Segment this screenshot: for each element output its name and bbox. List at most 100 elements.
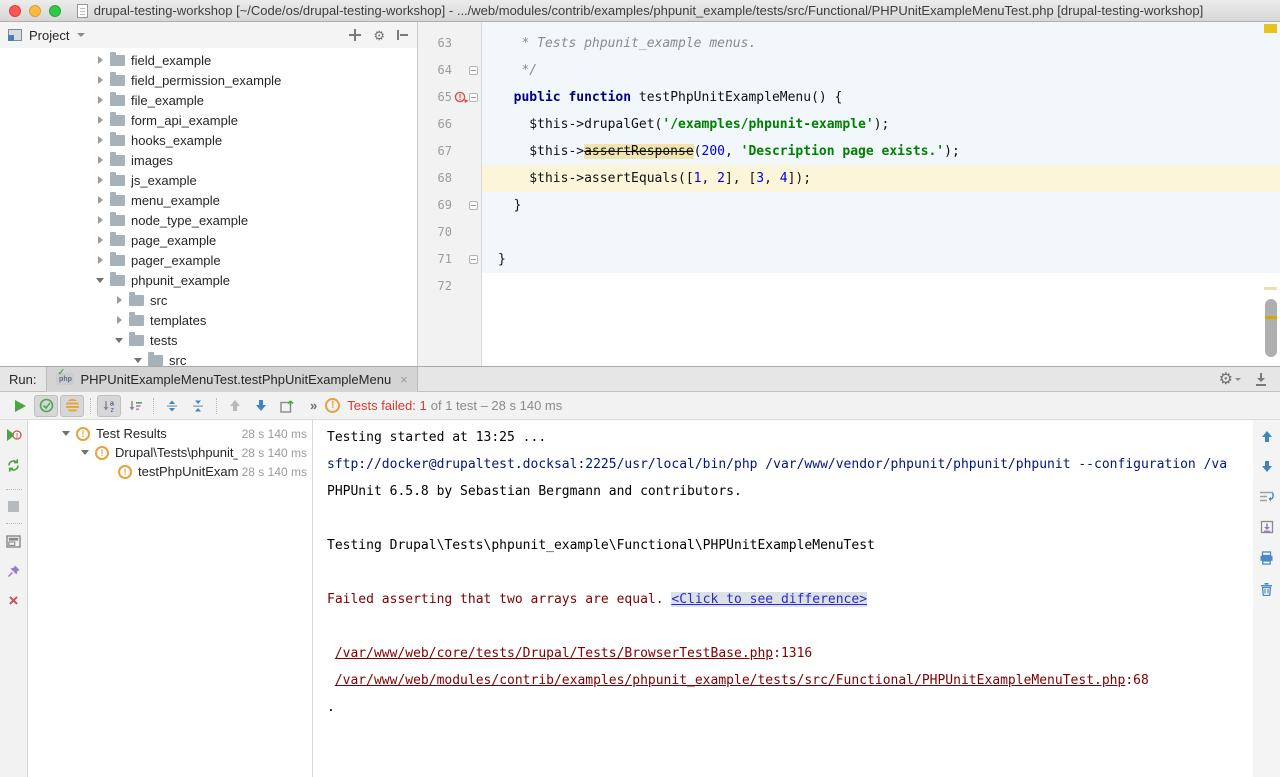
- tree-item-page_example[interactable]: page_example: [0, 230, 417, 250]
- test-tree-row[interactable]: !Drupal\Tests\phpunit_example\Functional…: [28, 443, 312, 462]
- test-tree-row[interactable]: !Test Results28 s 140 ms: [28, 424, 312, 443]
- hide-panel-icon[interactable]: [397, 29, 409, 41]
- chevron-down-icon[interactable]: [134, 356, 143, 365]
- tree-item-menu_example[interactable]: menu_example: [0, 190, 417, 210]
- more-actions-chevron[interactable]: »: [310, 398, 317, 413]
- chevron-down-icon[interactable]: [81, 448, 90, 457]
- minimize-button[interactable]: [29, 5, 41, 17]
- hide-panel-icon[interactable]: [1255, 373, 1268, 386]
- editor-code-line[interactable]: [482, 300, 1280, 366]
- test-tree-row[interactable]: !testPhpUnitExampleMenu28 s 140 ms: [28, 462, 312, 481]
- zoom-button[interactable]: [49, 5, 61, 17]
- editor-code-line[interactable]: $this->assertEquals([1, 2], [3, 4]);: [482, 165, 1280, 192]
- previous-failed-test-button[interactable]: [223, 395, 247, 417]
- chevron-right-icon[interactable]: [96, 196, 105, 205]
- chevron-right-icon[interactable]: [96, 116, 105, 125]
- tree-item-pager_example[interactable]: pager_example: [0, 250, 417, 270]
- tree-item-src[interactable]: src: [0, 290, 417, 310]
- fold-marker-icon[interactable]: [469, 93, 478, 102]
- editor-code-line[interactable]: * Tests phpunit_example menus.: [482, 30, 1280, 57]
- error-stripe-warning-indicator[interactable]: [1264, 24, 1277, 33]
- tree-item-form_api_example[interactable]: form_api_example: [0, 110, 417, 130]
- close-run-panel-button[interactable]: ×: [9, 594, 19, 608]
- up-the-stack-trace-button[interactable]: [1261, 430, 1273, 448]
- rerun-failed-test-gutter-icon[interactable]: !: [454, 91, 469, 109]
- editor-code-line[interactable]: [482, 22, 1280, 30]
- warning-stripe-mark[interactable]: [1264, 287, 1277, 290]
- rerun-tests-button[interactable]: [8, 395, 32, 417]
- stacktrace-file-link[interactable]: /var/www/web/core/tests/Drupal/Tests/Bro…: [335, 646, 773, 661]
- chevron-right-icon[interactable]: [96, 76, 105, 85]
- tree-item-src[interactable]: src: [0, 350, 417, 366]
- line-number: 70: [418, 219, 452, 246]
- editor-code-line[interactable]: [482, 219, 1280, 246]
- chevron-right-icon[interactable]: [96, 256, 105, 265]
- chevron-right-icon[interactable]: [96, 96, 105, 105]
- chevron-right-icon[interactable]: [96, 156, 105, 165]
- console-text: [327, 646, 335, 661]
- fold-marker-icon[interactable]: [469, 255, 478, 264]
- expand-all-button[interactable]: [160, 395, 184, 417]
- chevron-right-icon[interactable]: [115, 316, 124, 325]
- show-passed-toggle[interactable]: [34, 395, 58, 417]
- test-results-tree[interactable]: !Test Results28 s 140 ms!Drupal\Tests\ph…: [28, 420, 313, 777]
- fold-marker-icon[interactable]: [469, 201, 478, 210]
- editor-code-line[interactable]: public function testPhpUnitExampleMenu()…: [482, 84, 1280, 111]
- next-failed-test-button[interactable]: [249, 395, 273, 417]
- chevron-down-icon[interactable]: [77, 33, 85, 37]
- code-editor[interactable]: 63 * Tests phpunit_example menus.64 */65…: [418, 22, 1280, 366]
- chevron-down-icon[interactable]: [62, 429, 71, 438]
- stop-button[interactable]: [8, 501, 19, 512]
- rerun-failed-tests-button[interactable]: !: [5, 428, 22, 447]
- stacktrace-file-link[interactable]: /var/www/web/modules/contrib/examples/ph…: [335, 673, 1126, 688]
- tree-item-node_type_example[interactable]: node_type_example: [0, 210, 417, 230]
- tree-item-phpunit_example[interactable]: phpunit_example: [0, 270, 417, 290]
- soft-wrap-button[interactable]: [1259, 490, 1274, 508]
- see-difference-link[interactable]: <Click to see difference>: [671, 592, 867, 607]
- sort-alphabetically-toggle[interactable]: az: [97, 395, 121, 417]
- pin-tab-button[interactable]: [7, 564, 21, 583]
- settings-gear-icon[interactable]: ⚙: [1219, 369, 1241, 389]
- tree-item-js_example[interactable]: js_example: [0, 170, 417, 190]
- editor-code-line[interactable]: $this->assertResponse(200, 'Description …: [482, 138, 1280, 165]
- test-console-output[interactable]: Testing started at 13:25 ...sftp://docke…: [313, 420, 1253, 777]
- run-tab[interactable]: php✓ PHPUnitExampleMenuTest.testPhpUnitE…: [46, 367, 417, 392]
- tree-item-images[interactable]: images: [0, 150, 417, 170]
- chevron-right-icon[interactable]: [96, 56, 105, 65]
- chevron-down-icon[interactable]: [96, 276, 105, 285]
- editor-code-line[interactable]: }: [482, 246, 1280, 273]
- close-icon[interactable]: ×: [400, 373, 408, 386]
- chevron-right-icon[interactable]: [96, 216, 105, 225]
- clear-all-button[interactable]: [1260, 582, 1273, 601]
- project-tree[interactable]: field_examplefield_permission_examplefil…: [0, 48, 417, 366]
- editor-code-line[interactable]: */: [482, 57, 1280, 84]
- editor-code-line[interactable]: $this->drupalGet('/examples/phpunit-exam…: [482, 111, 1280, 138]
- close-button[interactable]: [9, 5, 21, 17]
- restore-layout-button[interactable]: [6, 535, 21, 553]
- scroll-to-end-button[interactable]: [1260, 520, 1274, 539]
- locate-file-icon[interactable]: [349, 29, 361, 41]
- import-test-results-button[interactable]: [275, 395, 299, 417]
- sort-by-duration-button[interactable]: [123, 395, 147, 417]
- editor-scrollbar[interactable]: [1265, 299, 1277, 357]
- down-the-stack-trace-button[interactable]: [1261, 460, 1273, 478]
- toggle-auto-test-button[interactable]: [6, 458, 21, 478]
- tree-item-hooks_example[interactable]: hooks_example: [0, 130, 417, 150]
- collapse-all-button[interactable]: [186, 395, 210, 417]
- chevron-down-icon[interactable]: [115, 336, 124, 345]
- chevron-right-icon[interactable]: [96, 236, 105, 245]
- settings-gear-icon[interactable]: ⚙: [373, 29, 385, 42]
- tree-item-tests[interactable]: tests: [0, 330, 417, 350]
- tree-item-templates[interactable]: templates: [0, 310, 417, 330]
- chevron-right-icon[interactable]: [96, 176, 105, 185]
- chevron-right-icon[interactable]: [115, 296, 124, 305]
- editor-code-line[interactable]: }: [482, 192, 1280, 219]
- tree-item-file_example[interactable]: file_example: [0, 90, 417, 110]
- tree-item-field_example[interactable]: field_example: [0, 50, 417, 70]
- chevron-right-icon[interactable]: [96, 136, 105, 145]
- print-button[interactable]: [1259, 551, 1274, 570]
- fold-marker-icon[interactable]: [469, 66, 478, 75]
- tree-item-field_permission_example[interactable]: field_permission_example: [0, 70, 417, 90]
- editor-code-line[interactable]: [482, 273, 1280, 300]
- show-ignored-toggle[interactable]: [60, 395, 84, 417]
